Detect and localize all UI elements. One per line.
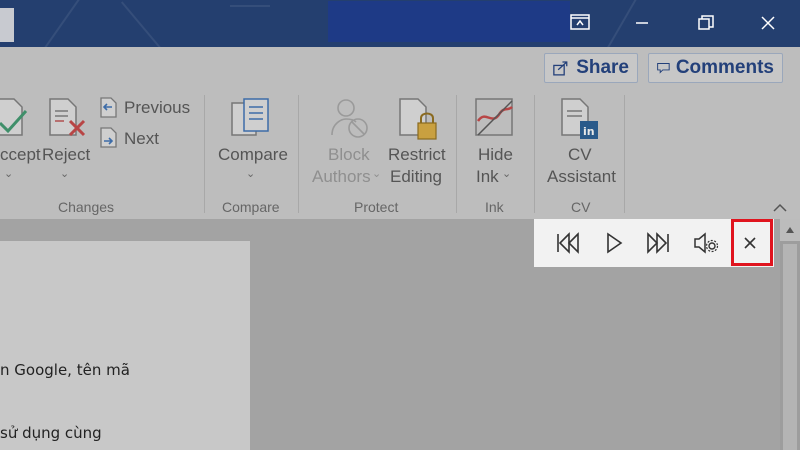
compare-group-label: Compare	[222, 199, 280, 215]
document-text-line: sử dụng cùng	[0, 424, 102, 442]
comments-button[interactable]: Comments	[648, 53, 783, 83]
close-icon	[744, 237, 756, 249]
reject-button[interactable]	[48, 97, 88, 144]
comments-label: Comments	[675, 57, 774, 78]
hide-ink-button[interactable]	[474, 97, 516, 144]
previous-label[interactable]: Previous	[124, 98, 190, 118]
compare-button[interactable]	[230, 97, 272, 144]
compare-icon	[231, 98, 269, 136]
group-separator	[204, 95, 205, 213]
cv-group-label: CV	[571, 199, 591, 215]
restore-button[interactable]	[691, 8, 721, 38]
block-authors-dropdown-icon[interactable]: ⌄	[372, 167, 381, 180]
restore-icon	[698, 15, 714, 30]
reject-dropdown-icon[interactable]: ⌄	[60, 167, 69, 180]
svg-text:in: in	[583, 125, 595, 138]
block-authors-button[interactable]	[330, 97, 370, 144]
restrict-editing-icon	[399, 98, 437, 140]
block-authors-icon	[331, 99, 368, 138]
document-title-block	[0, 8, 14, 42]
group-separator	[624, 95, 625, 213]
read-aloud-toolbar	[534, 219, 774, 267]
group-separator	[534, 95, 535, 213]
voice-settings-icon	[694, 232, 719, 254]
next-paragraph-button[interactable]	[635, 219, 681, 267]
scroll-up-button[interactable]	[780, 219, 800, 241]
minimize-icon	[636, 22, 648, 24]
scroll-thumb[interactable]	[783, 244, 797, 450]
accept-dropdown-icon[interactable]: ⌄	[4, 167, 13, 180]
group-separator	[456, 95, 457, 213]
minimize-button[interactable]	[627, 8, 657, 38]
next-paragraph-icon	[647, 232, 669, 254]
previous-change-button[interactable]	[98, 97, 120, 124]
previous-change-icon	[100, 97, 117, 118]
close-icon	[761, 16, 775, 30]
restrict-editing-label-line2: Editing	[390, 167, 442, 186]
search-box[interactable]	[328, 1, 570, 42]
accept-icon	[0, 98, 28, 136]
cv-assistant-button[interactable]: in	[560, 97, 602, 146]
hide-ink-label-line2: Ink	[476, 167, 499, 186]
compare-label: Compare	[218, 145, 288, 164]
hide-ink-dropdown-icon[interactable]: ⌄	[502, 167, 511, 180]
block-authors-label-line2: Authors	[312, 167, 371, 186]
title-pattern	[40, 0, 82, 47]
accept-label: ccept	[0, 145, 41, 164]
restrict-editing-label-line1: Restrict	[388, 145, 446, 164]
previous-paragraph-button[interactable]	[545, 219, 591, 267]
voice-settings-button[interactable]	[683, 219, 729, 267]
play-icon	[607, 232, 623, 254]
play-button[interactable]	[591, 219, 637, 267]
ribbon: Share Comments ccept ⌄ Reject ⌄ Previous…	[0, 47, 800, 219]
cv-label-line2: Assistant	[547, 167, 616, 186]
block-authors-label-line1: Block	[328, 145, 370, 164]
scroll-up-icon	[786, 227, 794, 233]
next-change-icon	[100, 127, 117, 148]
ribbon-display-icon	[570, 14, 590, 30]
compare-dropdown-icon[interactable]: ⌄	[246, 167, 255, 180]
linkedin-icon: in	[561, 98, 598, 139]
share-button[interactable]: Share	[544, 53, 638, 83]
reject-icon	[49, 98, 86, 137]
next-label[interactable]: Next	[124, 129, 159, 149]
comment-icon	[657, 63, 670, 74]
document-text-line: n Google, tên mã	[0, 361, 130, 379]
share-label: Share	[576, 57, 629, 78]
title-pattern	[230, 5, 270, 7]
title-pattern	[120, 1, 162, 47]
title-bar	[0, 0, 800, 47]
ink-group-label: Ink	[485, 199, 504, 215]
hide-ink-icon	[475, 98, 513, 136]
group-separator	[298, 95, 299, 213]
changes-group-label: Changes	[58, 199, 115, 215]
hide-ink-label-line1: Hide	[478, 145, 513, 164]
collapse-ribbon-icon[interactable]	[772, 202, 788, 214]
document-page[interactable]: n Google, tên mã sử dụng cùng	[0, 241, 250, 450]
next-change-button[interactable]	[98, 127, 120, 154]
close-read-aloud-button[interactable]	[727, 219, 773, 267]
ribbon-display-options-button[interactable]	[565, 8, 595, 38]
reject-label: Reject	[42, 145, 91, 164]
share-icon	[553, 61, 568, 76]
previous-paragraph-icon	[557, 232, 579, 254]
accept-button[interactable]	[0, 97, 28, 144]
protect-group-label: Protect	[354, 199, 399, 215]
restrict-editing-button[interactable]	[398, 97, 438, 146]
cv-label-line1: CV	[568, 145, 592, 164]
close-window-button[interactable]	[753, 8, 783, 38]
